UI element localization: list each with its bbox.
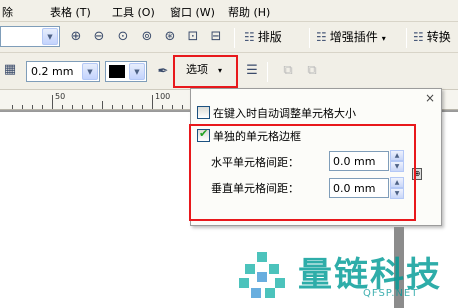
ruler-tick xyxy=(72,105,73,109)
zoom-out-icon[interactable]: ⊖ xyxy=(89,27,109,47)
convert-icon: ☷ xyxy=(413,30,424,44)
line-width-combo[interactable]: 0.2 mm ▼ xyxy=(26,61,100,82)
auto-resize-label[interactable]: 在键入时自动调整单元格大小 xyxy=(213,105,356,121)
enhance-plugin-button[interactable]: ☷ 增强插件 ▾ xyxy=(316,26,386,48)
zoom-all-icon[interactable]: ⊚ xyxy=(137,27,157,47)
menu-item-tools[interactable]: 工具 (O) xyxy=(112,4,155,20)
zoom-combo[interactable]: ▼ xyxy=(0,26,60,47)
paiban-icon: ☷ xyxy=(244,30,255,44)
toolbar-separator xyxy=(267,62,268,82)
pen-icon[interactable]: ✒ xyxy=(153,62,173,82)
ruler-tick xyxy=(52,95,53,109)
ruler-tick xyxy=(42,105,43,109)
color-swatch xyxy=(109,65,125,78)
auto-resize-checkbox[interactable] xyxy=(197,106,210,119)
ruler-tick xyxy=(142,105,143,109)
text-wrap-icon[interactable]: ☰ xyxy=(242,61,262,81)
split-cells-icon[interactable]: ⧉ xyxy=(302,61,322,81)
toolbar-separator xyxy=(406,28,407,48)
merge-cells-icon[interactable]: ⧉ xyxy=(278,61,298,81)
chevron-down-icon[interactable]: ▼ xyxy=(42,28,58,45)
zoom-page-icon[interactable]: ⊛ xyxy=(160,27,180,47)
chevron-down-icon[interactable]: ▼ xyxy=(82,63,98,80)
ruler-tick xyxy=(162,105,163,109)
watermark-url: QFSP.NET xyxy=(363,288,419,299)
toolbar-separator xyxy=(309,28,310,48)
ruler-tick xyxy=(152,95,153,109)
menu-bar: 除 表格 (T) 工具 (O) 窗口 (W) 帮助 (H) xyxy=(0,0,458,22)
menu-item-window[interactable]: 窗口 (W) xyxy=(170,4,215,20)
table-border-icon[interactable]: ▦ xyxy=(2,60,18,80)
ruler-tick xyxy=(82,105,83,109)
separate-borders-highlight-box xyxy=(189,124,416,221)
zoom-selected-icon[interactable]: ⊙ xyxy=(113,27,133,47)
ruler-tick xyxy=(182,105,183,109)
outline-color-picker[interactable]: ▼ xyxy=(105,61,147,82)
menu-item-table[interactable]: 表格 (T) xyxy=(50,4,91,20)
plugin-icon: ☷ xyxy=(316,30,327,44)
chevron-down-icon: ▾ xyxy=(381,34,386,43)
ruler-tick xyxy=(122,105,123,109)
ruler-tick xyxy=(112,105,113,109)
ruler-tick xyxy=(62,105,63,109)
ruler-tick xyxy=(32,105,33,109)
zoom-width-icon[interactable]: ⊡ xyxy=(183,27,203,47)
options-highlight-box xyxy=(173,55,238,88)
convert-button[interactable]: ☷ 转换 xyxy=(413,26,451,48)
menu-item-cut-off[interactable]: 除 xyxy=(2,4,13,20)
ruler-tick xyxy=(22,105,23,109)
toolbar-separator xyxy=(234,28,235,48)
ruler-label: 100 xyxy=(155,92,171,101)
paiban-button[interactable]: ☷ 排版 xyxy=(244,26,282,48)
ruler-tick xyxy=(92,105,93,109)
zoom-height-icon[interactable]: ⊟ xyxy=(206,27,226,47)
ruler-tick xyxy=(12,105,13,109)
ruler-tick xyxy=(172,105,173,109)
close-icon[interactable]: × xyxy=(425,91,435,105)
chevron-down-icon[interactable]: ▼ xyxy=(129,63,145,80)
ruler-tick xyxy=(132,105,133,109)
watermark-logo-icon xyxy=(239,252,285,298)
menu-item-help[interactable]: 帮助 (H) xyxy=(228,4,270,20)
ruler-tick xyxy=(102,101,103,109)
ruler-label: 50 xyxy=(55,92,66,101)
zoom-in-icon[interactable]: ⊕ xyxy=(66,27,86,47)
standard-toolbar: ▼ ⊕ ⊖ ⊙ ⊚ ⊛ ⊡ ⊟ ☷ 排版 ☷ 增强插件 ▾ ☷ 转换 xyxy=(0,22,458,53)
